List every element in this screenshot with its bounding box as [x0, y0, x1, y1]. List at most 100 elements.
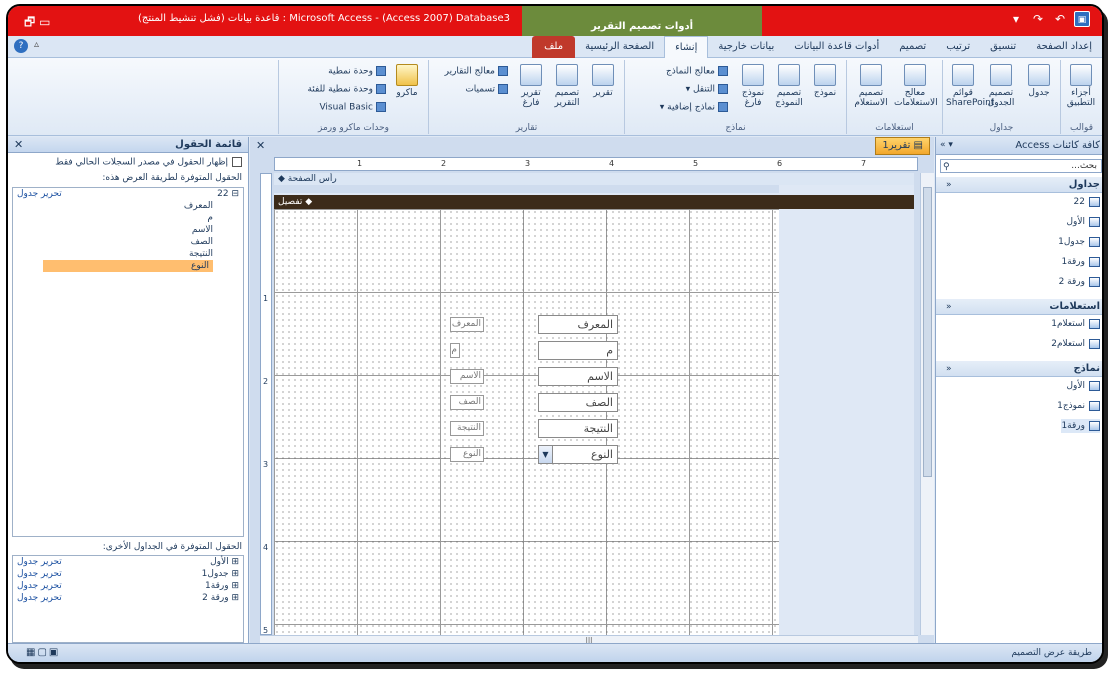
nav-item[interactable]: ورقة 2 [1059, 275, 1100, 289]
app-parts-button[interactable]: أجزاء التطبيق [1064, 64, 1098, 108]
module-button[interactable]: وحدة نمطية [328, 66, 386, 77]
edit-table-link[interactable]: تحرير جدول [17, 568, 62, 580]
nav-item[interactable]: نموذج1 [1057, 399, 1100, 413]
ribbon-tab[interactable]: تنسيق [980, 36, 1026, 58]
ribbon-tab[interactable]: إعداد الصفحة [1026, 36, 1102, 58]
redo-icon[interactable]: ↷ [1030, 11, 1046, 27]
query-wizard-button[interactable]: معالج الاستعلامات [894, 64, 938, 108]
navigation-button[interactable]: التنقل ▾ [686, 84, 728, 95]
table-node[interactable]: ⊟ 22 تحرير جدول [13, 188, 243, 200]
visual-basic-button[interactable]: Visual Basic [319, 102, 386, 113]
nav-item[interactable]: ورقة1 [1061, 255, 1100, 269]
field-item[interactable]: النوع [13, 260, 243, 272]
nav-pane-header[interactable]: « ▾ كافة كائنات Access [936, 137, 1102, 155]
field-item[interactable]: الاسم [13, 224, 243, 236]
help-icon[interactable]: ? [14, 39, 28, 53]
close-document-icon[interactable]: ✕ [256, 139, 265, 152]
ribbon-tab[interactable]: بيانات خارجية [708, 36, 784, 58]
ribbon-tab[interactable]: إنشاء [664, 36, 709, 58]
field-item[interactable]: الصف [13, 236, 243, 248]
report-label[interactable]: النوع [450, 447, 484, 462]
ribbon-tab[interactable]: ملف [532, 36, 576, 58]
view-switcher-icons[interactable]: ▦▢▣ [26, 647, 60, 658]
nav-item[interactable]: الأول [1066, 215, 1100, 229]
ribbon-tab[interactable]: أدوات قاعدة البيانات [784, 36, 889, 58]
field-item[interactable]: م [13, 212, 243, 224]
nav-group-header[interactable]: نماذج « [936, 361, 1102, 377]
scroll-thumb[interactable] [923, 187, 932, 477]
report-label[interactable]: النتيجة [450, 421, 484, 436]
ruler-number: 3 [525, 159, 531, 168]
undo-icon[interactable]: ↶ [1052, 11, 1068, 27]
edit-table-link[interactable]: تحرير جدول [17, 556, 62, 568]
nav-item[interactable]: ورقة1 [1061, 419, 1100, 433]
collapse-icon[interactable]: « [946, 299, 952, 315]
nav-item[interactable]: استعلام1 [1051, 317, 1100, 331]
close-icon[interactable]: ✕ [14, 138, 23, 151]
form-wizard-button[interactable]: معالج النماذج [666, 66, 728, 77]
field-item[interactable]: المعرف [13, 200, 243, 212]
class-module-button[interactable]: وحدة نمطية للفئة [307, 84, 386, 95]
other-table-node[interactable]: ⊞ جدول1 تحرير جدول [13, 568, 243, 580]
report-text-box[interactable]: م [538, 341, 618, 360]
other-table-node[interactable]: ⊞ ورقة1 تحرير جدول [13, 580, 243, 592]
ruler-number: 5 [693, 159, 699, 168]
report-text-box[interactable]: الاسم [538, 367, 618, 386]
edit-table-link[interactable]: تحرير جدول [17, 580, 62, 592]
report-text-box[interactable]: النتيجة [538, 419, 618, 438]
minimize-ribbon-icon[interactable]: ▵ [34, 39, 39, 50]
ribbon-tab[interactable]: الصفحة الرئيسية [575, 36, 664, 58]
more-forms-button[interactable]: نماذج إضافية ▾ [660, 102, 728, 113]
report-wizard-button[interactable]: معالج التقارير [445, 66, 508, 77]
edit-table-link[interactable]: تحرير جدول [17, 592, 62, 604]
object-icon [1089, 276, 1100, 287]
sharepoint-lists-button[interactable]: قوائم SharePoint [946, 64, 994, 108]
nav-group-header[interactable]: جداول « [936, 177, 1102, 193]
save-icon[interactable]: ▣ [1074, 11, 1090, 27]
search-icon[interactable]: ⚲ [943, 161, 950, 173]
nav-item[interactable]: الأول [1066, 379, 1100, 393]
object-icon [1089, 216, 1100, 227]
report-design-button[interactable]: تصميم التقرير [550, 64, 584, 108]
ribbon-tab[interactable]: ترتيب [936, 36, 980, 58]
nav-item[interactable]: استعلام2 [1051, 337, 1100, 351]
report-combo-box[interactable]: ▼ النوع [538, 445, 618, 464]
report-label[interactable]: الصف [450, 395, 484, 410]
nav-pane-toggle-icon[interactable]: « ▾ [940, 140, 953, 150]
report-text-box[interactable]: الصف [538, 393, 618, 412]
blank-report-button[interactable]: تقرير فارغ [514, 64, 548, 108]
collapse-icon[interactable]: « [946, 361, 952, 377]
query-design-button[interactable]: تصميم الاستعلام [850, 64, 892, 108]
page-header-section [274, 185, 779, 193]
page-header-bar[interactable]: ◆ رأس الصفحة [274, 173, 914, 185]
other-table-node[interactable]: ⊞ ورقة 2 تحرير جدول [13, 592, 243, 604]
search-input[interactable]: ⚲ بحث... [940, 159, 1102, 173]
nav-item[interactable]: جدول1 [1058, 235, 1100, 249]
report-text-box[interactable]: المعرف [538, 315, 618, 334]
detail-section-bar[interactable]: ◆ تفصيل [274, 195, 914, 209]
nav-item[interactable]: 22 [1074, 195, 1100, 209]
field-item[interactable]: النتيجة [13, 248, 243, 260]
show-only-current-link[interactable]: إظهار الحقول في مصدر السجلات الحالي فقط [55, 157, 242, 168]
table-button[interactable]: جدول [1022, 64, 1056, 98]
chevron-down-icon[interactable]: ▼ [539, 446, 553, 463]
blank-form-button[interactable]: نموذج فارغ [736, 64, 770, 108]
collapse-icon[interactable]: « [946, 177, 952, 193]
customize-qat-icon[interactable]: ▾ [1008, 11, 1024, 27]
macro-button[interactable]: ماكرو [390, 64, 424, 98]
ribbon-tab[interactable]: تصميم [889, 36, 936, 58]
form-design-button[interactable]: تصميم النموذج [772, 64, 806, 108]
edit-table-link[interactable]: تحرير جدول [17, 188, 62, 200]
report-label[interactable]: م [450, 343, 460, 358]
report-button[interactable]: تقرير [586, 64, 620, 98]
window-controls[interactable]: 🗗 ▭ [24, 13, 50, 34]
detail-section[interactable]: المعرف المعرف م م الاسم الاسم الصف الصف النتيجة ا… [274, 209, 779, 635]
vertical-scrollbar[interactable] [920, 173, 934, 635]
report-tab[interactable]: ▤ تقرير1 [875, 137, 930, 155]
report-label[interactable]: المعرف [450, 317, 484, 332]
form-button[interactable]: نموذج [808, 64, 842, 98]
labels-button[interactable]: تسميات [465, 84, 508, 95]
report-label[interactable]: الاسم [450, 369, 484, 384]
other-table-node[interactable]: ⊞ الأول تحرير جدول [13, 556, 243, 568]
nav-group-header[interactable]: استعلامات « [936, 299, 1102, 315]
